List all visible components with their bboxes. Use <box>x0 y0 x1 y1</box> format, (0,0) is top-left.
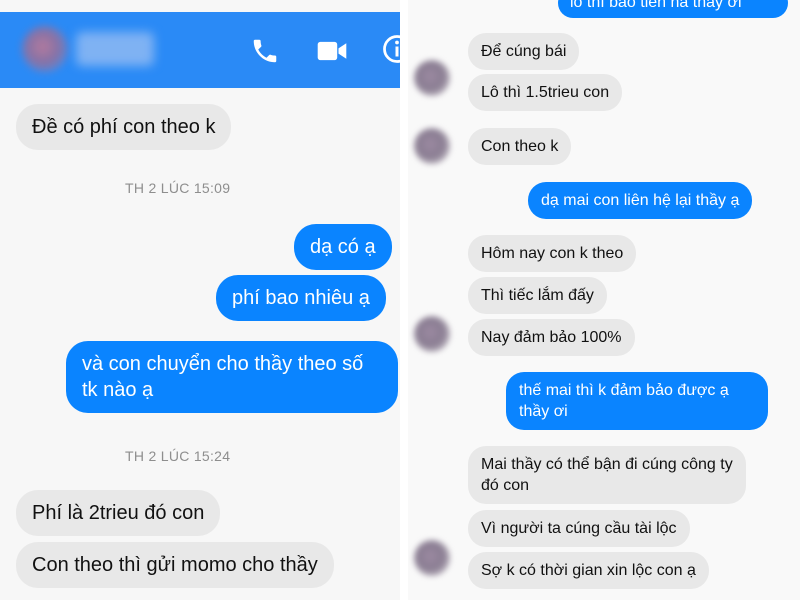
incoming-message: Thì tiếc lắm đấy <box>468 277 607 314</box>
incoming-message: Phí là 2trieu đó con <box>16 490 221 536</box>
timestamp: TH 2 LÚC 15:09 <box>125 180 231 196</box>
incoming-message: Con theo thì gửi momo cho thầy <box>16 542 334 588</box>
outgoing-message: phí bao nhiêu ạ <box>216 275 386 321</box>
outgoing-message: thế mai thì k đảm bảo được ạ thầy ơi <box>506 372 768 430</box>
incoming-message: Hôm nay con k theo <box>468 235 637 272</box>
panel-divider <box>400 0 408 600</box>
outgoing-message-cut: lô thì báo tiền ha thầy ơi <box>558 0 788 18</box>
video-camera-icon[interactable] <box>316 38 348 64</box>
timestamp: TH 2 LÚC 15:24 <box>125 448 231 464</box>
incoming-message: Lô thì 1.5trieu con <box>468 74 623 111</box>
incoming-message: Con theo k <box>468 128 572 165</box>
incoming-message: Nay đảm bảo 100% <box>468 319 635 356</box>
info-icon[interactable] <box>382 34 400 64</box>
incoming-message: Mai thầy có thể bận đi cúng công ty đó c… <box>468 446 746 504</box>
incoming-message: Để cúng bái <box>468 33 580 70</box>
contact-name-blurred[interactable] <box>76 32 154 66</box>
incoming-message: Sợ k có thời gian xin lộc con ạ <box>468 552 709 589</box>
chat-header <box>0 12 400 88</box>
incoming-message: Đề có phí con theo k <box>16 104 232 150</box>
sender-avatar-blurred[interactable] <box>414 60 450 96</box>
outgoing-message: dạ mai con liên hệ lại thầy ạ <box>528 182 753 219</box>
sender-avatar-blurred[interactable] <box>414 316 450 352</box>
sender-avatar-blurred[interactable] <box>414 128 450 164</box>
sender-avatar-blurred[interactable] <box>414 540 450 576</box>
incoming-message: Vì người ta cúng cầu tài lộc <box>468 510 690 547</box>
right-conversation: lô thì báo tiền ha thầy ơi Để cúng bái L… <box>408 0 800 600</box>
contact-avatar-blurred[interactable] <box>22 26 68 72</box>
left-conversation: Đề có phí con theo k TH 2 LÚC 15:09 dạ c… <box>0 0 400 600</box>
phone-icon[interactable] <box>250 36 280 66</box>
outgoing-message: dạ có ạ <box>294 224 392 270</box>
outgoing-message: và con chuyển cho thầy theo số tk nào ạ <box>66 341 398 413</box>
